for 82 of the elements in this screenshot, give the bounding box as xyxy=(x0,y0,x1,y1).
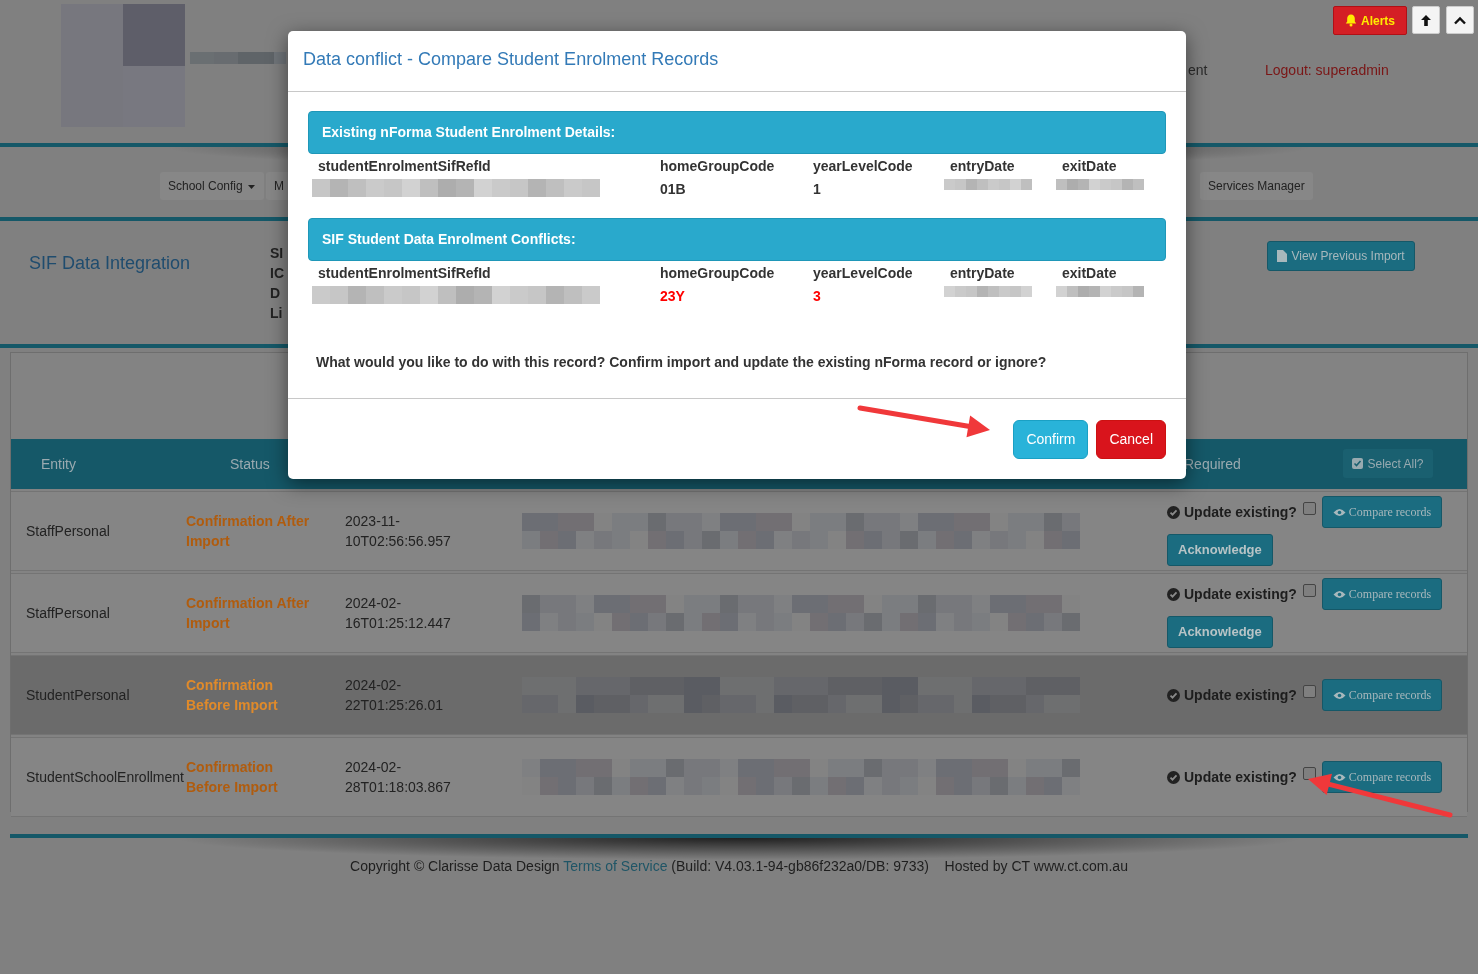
eye-icon xyxy=(1332,691,1346,700)
status-text: Confirmation Before Import xyxy=(186,676,279,715)
eye-icon xyxy=(1332,590,1346,600)
nav-menu-button[interactable]: Services Manager xyxy=(1200,172,1313,200)
checkbox[interactable] xyxy=(1302,583,1316,597)
field-label: exitDate xyxy=(1062,264,1118,283)
field-label: entryDate xyxy=(950,264,1016,283)
column-header: Required xyxy=(1184,455,1241,474)
column-header: Entity xyxy=(41,455,76,474)
field-value: 01B xyxy=(660,180,687,199)
check-circle-icon xyxy=(1167,770,1180,784)
field-label: entryDate xyxy=(950,157,1016,176)
checkbox[interactable] xyxy=(1302,766,1316,780)
logout-link[interactable]: Logout: superadmin xyxy=(1265,60,1389,81)
file-icon xyxy=(1277,250,1288,262)
date-cell-text: 2024-02-28T01:18:03.867 xyxy=(345,758,452,797)
page-title: SIF Data Integration xyxy=(29,252,191,275)
entity-cell-text: StudentSchoolEnrollment xyxy=(26,767,185,787)
field-label: yearLevelCode xyxy=(813,157,914,176)
field-label: homeGroupCode xyxy=(660,157,776,176)
compare-records-button[interactable]: Compare records xyxy=(1321,761,1443,793)
menu-link[interactable]: ent xyxy=(1188,60,1208,81)
section-header: SIF Student Data Enrolment Conflicts: xyxy=(308,218,1166,261)
eye-icon xyxy=(1332,773,1346,782)
table-row[interactable]: StaffPersonal Confirmation After Import 2024-02-16T01:25:12.447 Update existing? Compare records Acknowledge xyxy=(11,573,1467,653)
table-row[interactable]: StudentPersonal Confirmation Before Import 2024-02-22T01:25:26.01 Update existing? Compare records xyxy=(11,655,1467,735)
field-value: 1 xyxy=(813,180,822,199)
scroll-up-button[interactable] xyxy=(1412,6,1440,34)
confirmation-question: What would you like to do with this record? Confirm import and update the existing nForma record or ignore? xyxy=(315,353,1048,372)
update-existing-label: Update existing? xyxy=(1167,766,1297,788)
acknowledge-button[interactable]: Acknowledge xyxy=(1167,534,1273,566)
nav-menu-button[interactable]: School Config xyxy=(160,172,264,200)
chevron-up-icon xyxy=(1454,15,1466,25)
field-label: studentEnrolmentSifRefId xyxy=(318,264,492,283)
compare-records-button[interactable]: Compare records xyxy=(1321,496,1443,529)
bell-icon xyxy=(1345,14,1357,27)
checkbox-icon xyxy=(1352,458,1364,469)
field-label: yearLevelCode xyxy=(813,264,914,283)
section-header: Existing nForma Student Enrolment Details: xyxy=(308,111,1166,154)
entity-cell-text: StaffPersonal xyxy=(26,603,111,623)
info-text: SI xyxy=(270,244,284,263)
acknowledge-button[interactable]: Acknowledge xyxy=(1167,616,1273,648)
entity-cell-text: StudentPersonal xyxy=(26,685,131,705)
collapse-button[interactable] xyxy=(1446,6,1474,34)
select-all-button[interactable]: Select All? xyxy=(1343,449,1433,478)
info-text: Li xyxy=(270,304,283,323)
update-existing-label: Update existing? xyxy=(1167,583,1297,605)
table-row[interactable]: StaffPersonal Confirmation After Import 2023-11-10T02:56:56.957 Update existing? Compare records Acknowledge xyxy=(11,491,1467,571)
check-circle-icon xyxy=(1167,587,1180,601)
cancel-button[interactable]: Cancel xyxy=(1096,420,1166,459)
update-existing-label: Update existing? xyxy=(1167,501,1297,523)
field-label: homeGroupCode xyxy=(660,264,776,283)
update-existing-label: Update existing? xyxy=(1167,684,1297,706)
status-text: Confirmation After Import xyxy=(186,512,311,551)
arrow-up-icon xyxy=(1420,13,1432,27)
field-label: studentEnrolmentSifRefId xyxy=(318,157,492,176)
field-value: 3 xyxy=(813,287,822,306)
field-value: 23Y xyxy=(660,287,686,306)
footer-text: Copyright © Clarisse Data Design Terms of Service (Build: V4.03.1-94-gb86f232a0/DB: 9733) Hosted by CT www.ct.com.au xyxy=(349,857,1129,876)
checkbox[interactable] xyxy=(1302,501,1316,515)
info-text: IC xyxy=(270,264,284,283)
check-circle-icon xyxy=(1167,688,1180,702)
date-cell-text: 2024-02-16T01:25:12.447 xyxy=(345,594,452,633)
eye-icon xyxy=(1332,508,1346,518)
date-cell-text: 2024-02-22T01:25:26.01 xyxy=(345,676,445,715)
caret-icon xyxy=(246,183,256,190)
modal-title: Data conflict - Compare Student Enrolment Records xyxy=(302,48,720,71)
info-text: D xyxy=(270,284,281,303)
compare-records-button[interactable]: Compare records xyxy=(1321,679,1443,711)
check-circle-icon xyxy=(1167,505,1180,519)
status-text: Confirmation After Import xyxy=(186,594,311,633)
terms-link[interactable]: Terms of Service xyxy=(563,858,668,874)
view-previous-import-button[interactable]: View Previous Import xyxy=(1267,241,1415,271)
column-header: Status xyxy=(230,455,270,474)
compare-records-button[interactable]: Compare records xyxy=(1321,578,1443,611)
status-text: Confirmation Before Import xyxy=(186,758,279,797)
field-label: exitDate xyxy=(1062,157,1118,176)
checkbox[interactable] xyxy=(1302,684,1316,698)
date-cell-text: 2023-11-10T02:56:56.957 xyxy=(345,512,452,551)
entity-cell-text: StaffPersonal xyxy=(26,521,111,541)
alerts-button[interactable]: Alerts xyxy=(1333,6,1407,35)
confirm-button[interactable]: Confirm xyxy=(1013,420,1089,459)
